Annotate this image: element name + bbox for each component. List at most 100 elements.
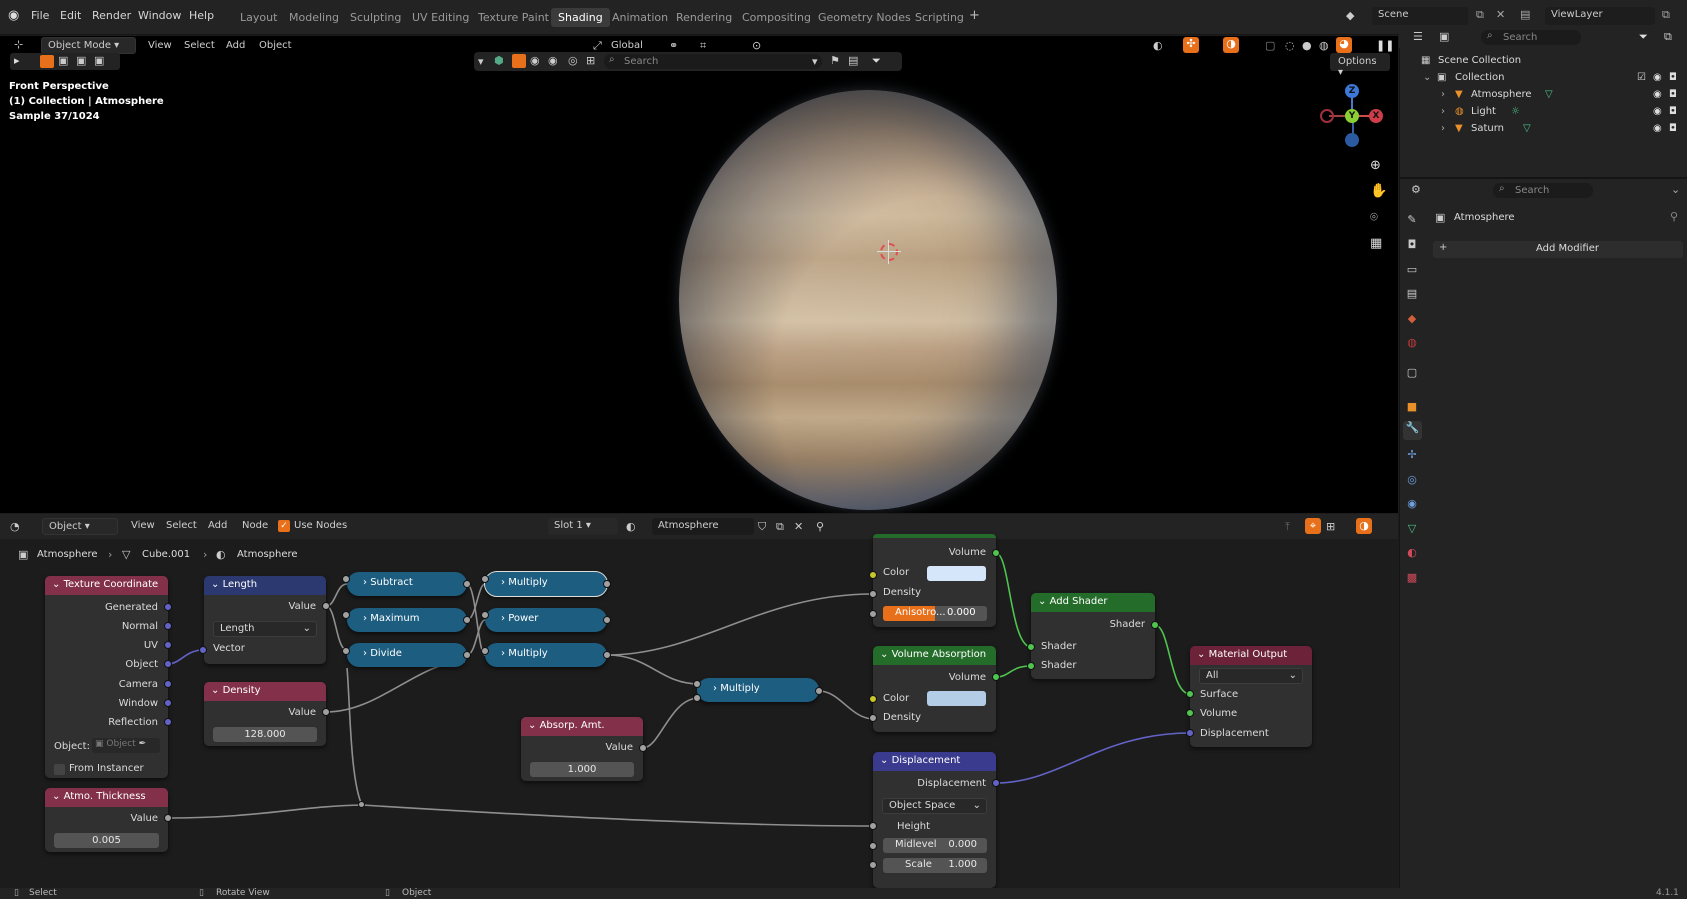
- outliner-type-icon[interactable]: ☰: [1413, 30, 1423, 43]
- socket-displacement-out[interactable]: [992, 779, 1000, 787]
- absorp-value-field[interactable]: 1.000: [530, 762, 634, 777]
- object-picker-field[interactable]: ▣ Object ✒: [92, 738, 160, 753]
- particles-tab-icon[interactable]: ✢: [1405, 448, 1419, 462]
- node-header[interactable]: ⌄ Displacement: [873, 752, 996, 771]
- collapse-chevron-icon[interactable]: ⌄: [211, 685, 219, 696]
- node-maximum[interactable]: › Maximum: [347, 608, 467, 632]
- density-value-field[interactable]: 128.000: [213, 727, 317, 742]
- socket-absorption-density[interactable]: [869, 714, 877, 722]
- socket-scatter-volume-out[interactable]: [992, 549, 1000, 557]
- collection-tab-icon[interactable]: ▢: [1405, 366, 1419, 380]
- collapse-chevron-icon[interactable]: ⌄: [52, 579, 60, 590]
- node-volume-absorption[interactable]: ⌄ Volume Absorption Volume Color Density: [873, 646, 996, 732]
- node-header[interactable]: ⌄ Add Shader: [1031, 593, 1155, 612]
- eye-icon[interactable]: ◉: [1653, 72, 1662, 83]
- camera-icon[interactable]: ◘: [1669, 106, 1677, 117]
- socket-absorption-color[interactable]: [869, 695, 877, 703]
- node-header[interactable]: ⌄ Density: [204, 682, 326, 701]
- display-mode-icon[interactable]: ▣: [1439, 30, 1449, 43]
- collapse-chevron-icon[interactable]: ⌄: [1197, 649, 1205, 660]
- socket-density-value[interactable]: [322, 708, 330, 716]
- collapse-chevron-icon[interactable]: ⌄: [528, 720, 536, 731]
- collapse-chevron-icon[interactable]: ⌄: [880, 649, 888, 660]
- socket-in[interactable]: [481, 575, 489, 583]
- node-density[interactable]: ⌄ Density Value 128.000: [204, 682, 326, 746]
- socket-length-vector[interactable]: [199, 646, 207, 654]
- socket-object[interactable]: [164, 660, 172, 668]
- scale-field[interactable]: Scale 1.000: [883, 858, 987, 873]
- node-atmo-thickness[interactable]: ⌄ Atmo. Thickness Value 0.005: [45, 788, 168, 852]
- outliner-row-light[interactable]: › ◍ Light ☼ ◉ ◘: [1399, 104, 1687, 121]
- socket-scatter-color[interactable]: [869, 571, 877, 579]
- constraints-tab-icon[interactable]: ◉: [1405, 497, 1419, 511]
- material-tab-icon[interactable]: ◐: [1405, 546, 1419, 560]
- data-tab-icon[interactable]: ▽: [1405, 522, 1419, 536]
- node-header[interactable]: ⌄ Texture Coordinate: [45, 576, 168, 595]
- node-header[interactable]: ⌄ Material Output: [1190, 646, 1312, 665]
- node-header[interactable]: ⌄ Volume Absorption: [873, 646, 996, 665]
- scene-tab-icon[interactable]: ◆: [1405, 312, 1419, 326]
- socket-height[interactable]: [869, 822, 877, 830]
- socket-scale[interactable]: [869, 861, 877, 869]
- pin-icon[interactable]: ⚲: [1670, 210, 1678, 223]
- anisotropy-slider[interactable]: Anisotro... 0.000: [883, 606, 987, 621]
- socket-absorption-volume-out[interactable]: [992, 673, 1000, 681]
- node-absorp-amt[interactable]: ⌄ Absorp. Amt. Value 1.000: [521, 717, 643, 781]
- chevron-right-icon[interactable]: ›: [1441, 89, 1445, 100]
- absorption-color-swatch[interactable]: [927, 691, 986, 706]
- socket-add-shader-in-1[interactable]: [1027, 643, 1035, 651]
- socket-out[interactable]: [603, 651, 611, 659]
- displacement-space-dropdown[interactable]: Object Space ⌄: [882, 798, 987, 814]
- atmo-thickness-value-field[interactable]: 0.005: [54, 833, 159, 848]
- socket-in[interactable]: [693, 680, 701, 688]
- outliner-row-collection[interactable]: ⌄ ▣ Collection ☑ ◉ ◘: [1399, 70, 1687, 87]
- node-header[interactable]: ⌄ Absorp. Amt.: [521, 717, 643, 736]
- node-header[interactable]: ⌄ Atmo. Thickness: [45, 788, 168, 807]
- socket-out[interactable]: [603, 616, 611, 624]
- node-multiply-1[interactable]: › Multiply: [484, 571, 608, 597]
- physics-tab-icon[interactable]: ◎: [1405, 473, 1419, 487]
- camera-icon[interactable]: ◘: [1669, 72, 1677, 83]
- chevron-down-icon[interactable]: ⌄: [1671, 183, 1680, 196]
- add-modifier-button[interactable]: + Add Modifier: [1433, 241, 1683, 258]
- new-collection-icon[interactable]: ⧉: [1664, 30, 1672, 44]
- collapse-chevron-icon[interactable]: ⌄: [1038, 596, 1046, 607]
- socket-atmo-value[interactable]: [164, 814, 172, 822]
- node-volume-scatter[interactable]: Volume Color Density Anisotro... 0.000: [873, 534, 996, 627]
- view-layer-selector[interactable]: ViewLayer: [1545, 7, 1655, 25]
- eye-icon[interactable]: ◉: [1653, 89, 1662, 100]
- socket-camera[interactable]: [164, 680, 172, 688]
- socket-out[interactable]: [463, 616, 471, 624]
- filter-icon[interactable]: ⏷: [1639, 30, 1648, 44]
- chevron-down-icon[interactable]: ⌄: [1423, 72, 1431, 83]
- world-tab-icon[interactable]: ◍: [1405, 336, 1419, 350]
- camera-icon[interactable]: ◘: [1669, 123, 1677, 134]
- socket-uv[interactable]: [164, 641, 172, 649]
- outliner-row-scene-collection[interactable]: ▦ Scene Collection: [1399, 53, 1687, 70]
- node-multiply-2[interactable]: › Multiply: [485, 643, 607, 667]
- output-target-dropdown[interactable]: All ⌄: [1199, 668, 1303, 684]
- socket-volume[interactable]: [1186, 709, 1194, 717]
- socket-midlevel[interactable]: [869, 842, 877, 850]
- scatter-color-swatch[interactable]: [927, 566, 986, 581]
- socket-add-shader-out[interactable]: [1151, 621, 1159, 629]
- socket-surface[interactable]: [1186, 690, 1194, 698]
- tool-tab-icon[interactable]: ✎: [1405, 213, 1419, 227]
- socket-in[interactable]: [342, 575, 350, 583]
- copy-scene-icon[interactable]: ⧉: [1476, 8, 1484, 22]
- socket-out[interactable]: [463, 580, 471, 588]
- reroute-node[interactable]: [358, 801, 365, 808]
- socket-out[interactable]: [463, 651, 471, 659]
- view-layer-tab-icon[interactable]: ▤: [1405, 287, 1419, 301]
- socket-in[interactable]: [342, 611, 350, 619]
- render-tab-icon[interactable]: ◘: [1405, 238, 1419, 252]
- socket-length-value[interactable]: [322, 602, 330, 610]
- node-subtract[interactable]: › Subtract: [347, 572, 467, 596]
- socket-in[interactable]: [342, 647, 350, 655]
- socket-in[interactable]: [481, 647, 489, 655]
- node-displacement[interactable]: ⌄ Displacement Displacement Object Space…: [873, 752, 996, 888]
- socket-normal[interactable]: [164, 622, 172, 630]
- eye-icon[interactable]: ◉: [1653, 106, 1662, 117]
- socket-generated[interactable]: [164, 603, 172, 611]
- node-length[interactable]: ⌄ Length Value Length ⌄ Vector: [204, 576, 326, 664]
